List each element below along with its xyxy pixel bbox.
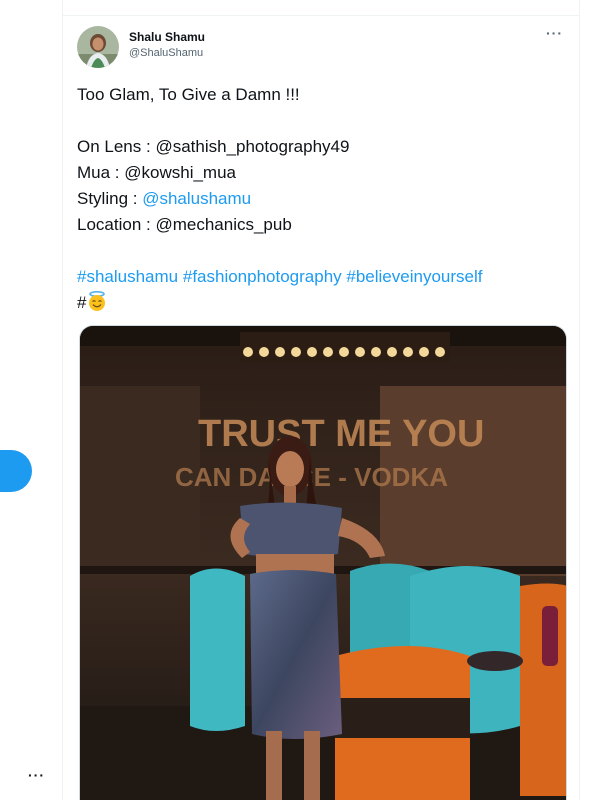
account-more-button[interactable]: ··· xyxy=(28,768,45,782)
timeline-column: Shalu Shamu @ShaluShamu ··· Too Glam, To… xyxy=(62,0,580,800)
credit-value: @mechanics_pub xyxy=(155,215,292,234)
hashtag-link[interactable]: #shalushamu xyxy=(77,267,178,286)
credit-label: Location : xyxy=(77,215,156,234)
wall-sign-text-top: TRUST ME YOU xyxy=(198,413,484,455)
author-handle[interactable]: @ShaluShamu xyxy=(129,46,205,61)
hashtag-line: #shalushamu #fashionphotography #believe… xyxy=(77,264,567,290)
hashtag-link[interactable]: #fashionphotography xyxy=(183,267,342,286)
credit-value: @sathish_photography49 xyxy=(155,137,350,156)
credit-label: On Lens : xyxy=(77,137,156,156)
compose-tweet-button[interactable] xyxy=(0,450,32,492)
hashtag-link[interactable]: #believeinyourself xyxy=(346,267,482,286)
emoji-line: # xyxy=(77,290,567,316)
divider xyxy=(63,15,579,16)
credit-line-lens: On Lens : @sathish_photography49 xyxy=(77,134,567,160)
left-navigation-rail: ··· xyxy=(0,0,62,800)
smiling-face-with-halo-icon xyxy=(86,290,108,312)
tweet-more-options-button[interactable]: ··· xyxy=(546,26,563,40)
credit-value: @kowshi_mua xyxy=(124,163,236,182)
hash-symbol: # xyxy=(77,293,87,312)
tweet-text: Too Glam, To Give a Damn !!! On Lens : @… xyxy=(77,82,567,316)
avatar[interactable] xyxy=(77,26,119,68)
credit-label: Styling : xyxy=(77,189,143,208)
tweet-photo[interactable]: TRUST ME YOU CAN DANCE - VODKA xyxy=(79,325,567,800)
credit-line-location: Location : @mechanics_pub xyxy=(77,212,567,238)
mention-link[interactable]: @shalushamu xyxy=(142,189,251,208)
author-display-name[interactable]: Shalu Shamu xyxy=(129,30,205,45)
tweet-header: Shalu Shamu @ShaluShamu ··· xyxy=(77,26,567,68)
credit-line-styling: Styling : @shalushamu xyxy=(77,186,567,212)
credit-label: Mua : xyxy=(77,163,125,182)
credit-line-mua: Mua : @kowshi_mua xyxy=(77,160,567,186)
tweet-headline: Too Glam, To Give a Damn !!! xyxy=(77,85,300,104)
